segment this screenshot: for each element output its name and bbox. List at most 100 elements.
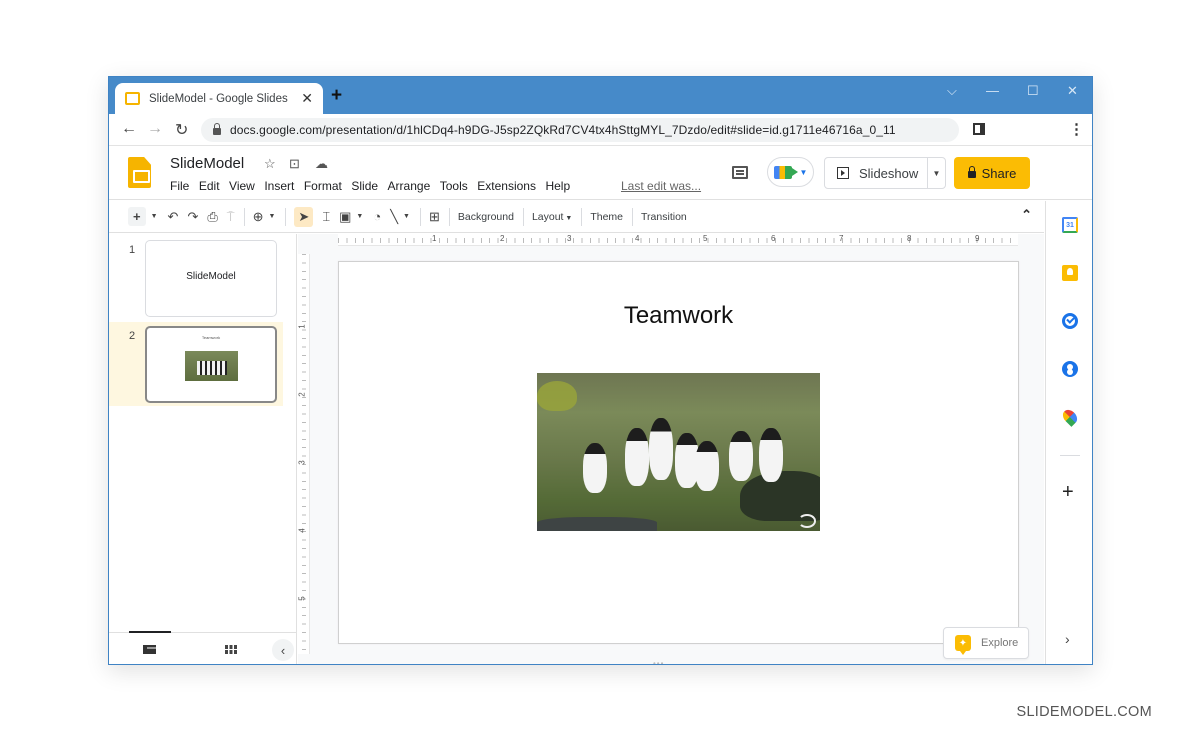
vertical-ruler[interactable]: 1 2 3 4 5 <box>298 254 310 654</box>
tab-title: SlideModel - Google Slides <box>149 92 288 105</box>
docs-header: SlideModel ☆ ⊡ ☁ File Edit View Insert F… <box>109 146 1092 200</box>
url-input[interactable]: docs.google.com/presentation/d/1hlCDq4-h… <box>201 118 959 142</box>
shape-icon[interactable]: ◔ <box>373 209 381 224</box>
menu-extensions[interactable]: Extensions <box>477 179 536 193</box>
slide-thumbnail[interactable]: Teamwork <box>145 326 277 403</box>
ruler-label: 4 <box>635 234 640 243</box>
play-icon <box>837 167 849 179</box>
move-folder-icon[interactable]: ⊡ <box>289 156 300 172</box>
add-on-plus-icon[interactable]: + <box>1062 481 1074 504</box>
menu-tools[interactable]: Tools <box>440 179 468 193</box>
comments-icon[interactable] <box>732 166 748 179</box>
penguin-figure <box>649 418 673 480</box>
insert-image-icon[interactable]: ▣ <box>339 209 351 225</box>
forward-icon[interactable]: → <box>147 120 163 138</box>
new-slide-button[interactable]: + <box>128 207 146 226</box>
theme-button[interactable]: Theme <box>590 211 623 223</box>
filmstrip-footer: ‹ <box>109 631 297 664</box>
menu-view[interactable]: View <box>229 179 255 193</box>
slideshow-options-dropdown[interactable]: ▼ <box>927 158 945 188</box>
google-meet-icon <box>773 165 798 179</box>
last-edit-link[interactable]: Last edit was... <box>621 179 701 193</box>
url-text: docs.google.com/presentation/d/1hlCDq4-h… <box>230 123 896 137</box>
menu-edit[interactable]: Edit <box>199 179 220 193</box>
explore-label: Explore <box>981 637 1019 649</box>
image-detail <box>537 381 577 411</box>
select-cursor-icon[interactable]: ➤ <box>294 206 314 227</box>
google-calendar-icon[interactable]: 31 <box>1062 217 1078 233</box>
side-apps-panel: 31 + › <box>1045 201 1092 664</box>
filmstrip-view-icon[interactable] <box>143 645 156 654</box>
penguin-figure <box>625 428 649 486</box>
new-tab-button[interactable]: + <box>331 85 342 107</box>
collapse-filmstrip-icon[interactable]: ‹ <box>272 639 294 661</box>
horizontal-ruler[interactable]: 1 2 3 4 5 6 7 8 9 <box>338 234 1018 246</box>
add-comment-icon[interactable]: ⊞ <box>429 209 440 225</box>
side-panel-icon[interactable] <box>973 123 985 135</box>
undo-icon[interactable]: ↶ <box>168 209 179 225</box>
google-contacts-icon[interactable] <box>1062 361 1078 377</box>
redo-icon[interactable]: ↷ <box>187 209 198 225</box>
close-window-icon[interactable]: ✕ <box>1067 83 1078 99</box>
slide-image[interactable] <box>537 373 820 531</box>
expand-panel-icon[interactable]: › <box>1065 631 1070 647</box>
background-button[interactable]: Background <box>458 211 514 223</box>
minimize-icon[interactable]: — <box>986 83 999 98</box>
zoom-dropdown[interactable]: ▼ <box>268 213 275 220</box>
ruler-ticks <box>338 238 1018 243</box>
cloud-saved-icon[interactable]: ☁ <box>315 156 328 172</box>
transition-button[interactable]: Transition <box>641 211 687 223</box>
google-maps-icon[interactable] <box>1060 407 1080 427</box>
menu-slide[interactable]: Slide <box>351 179 378 193</box>
layout-button[interactable]: Layout ▼ <box>532 211 572 223</box>
line-icon[interactable]: ╲ <box>390 209 398 225</box>
line-dropdown[interactable]: ▼ <box>403 213 410 220</box>
meet-button[interactable]: ▼ <box>767 157 814 187</box>
maximize-icon[interactable]: ☐ <box>1027 83 1039 99</box>
slide-thumbnail-row-selected[interactable]: 2 Teamwork <box>109 322 283 406</box>
menu-insert[interactable]: Insert <box>264 179 294 193</box>
slide-number: 1 <box>129 244 136 256</box>
penguin-figure <box>695 441 719 491</box>
menu-arrange[interactable]: Arrange <box>388 179 431 193</box>
toolbar-divider <box>522 207 524 226</box>
menu-file[interactable]: File <box>170 179 189 193</box>
star-icon[interactable]: ☆ <box>264 156 276 172</box>
reload-icon[interactable]: ↻ <box>175 120 188 140</box>
menu-help[interactable]: Help <box>545 179 570 193</box>
current-slide[interactable]: Teamwork <box>338 261 1019 644</box>
paint-format-icon[interactable]: ⍑ <box>227 209 235 225</box>
print-icon[interactable]: ⎙ <box>207 209 217 225</box>
speaker-notes-drag-handle[interactable]: ••• <box>653 659 664 664</box>
text-box-icon[interactable]: ⌶ <box>322 209 330 225</box>
zoom-icon[interactable]: ⊕ <box>253 209 264 225</box>
chevron-down-icon: ▼ <box>799 167 808 177</box>
ruler-label: 5 <box>297 596 307 601</box>
ruler-label: 8 <box>907 234 912 243</box>
ruler-label: 4 <box>297 528 307 533</box>
tab-search-icon[interactable]: ⌵ <box>947 83 957 99</box>
slideshow-button[interactable]: Slideshow ▼ <box>824 157 946 189</box>
thumbnail-title: Teamwork <box>201 335 221 340</box>
share-button[interactable]: Share <box>954 157 1030 189</box>
explore-button[interactable]: ✦ Explore <box>943 627 1029 659</box>
browser-tab[interactable]: SlideModel - Google Slides ✕ <box>115 83 323 114</box>
ruler-label: 2 <box>297 392 307 397</box>
image-dropdown[interactable]: ▼ <box>356 213 363 220</box>
slide-title[interactable]: Teamwork <box>339 302 1018 330</box>
browser-title-bar: SlideModel - Google Slides ✕ + ⌵ — ☐ ✕ <box>109 77 1092 114</box>
google-tasks-icon[interactable] <box>1062 313 1078 329</box>
slide-thumbnail[interactable]: SlideModel <box>145 240 277 317</box>
active-view-indicator <box>129 631 171 633</box>
grid-view-icon[interactable] <box>225 645 237 654</box>
browser-menu-icon[interactable]: ⋮ <box>1069 120 1084 138</box>
hide-menus-icon[interactable]: ⌃ <box>1021 207 1032 223</box>
google-slides-logo-icon[interactable] <box>128 157 151 188</box>
document-title[interactable]: SlideModel <box>170 155 244 172</box>
back-icon[interactable]: ← <box>121 120 137 138</box>
slide-thumbnail-row[interactable]: 1 SlideModel <box>109 236 283 320</box>
new-slide-layout-dropdown[interactable]: ▼ <box>151 213 158 220</box>
menu-format[interactable]: Format <box>304 179 342 193</box>
google-keep-icon[interactable] <box>1062 265 1078 281</box>
close-tab-icon[interactable]: ✕ <box>301 90 313 107</box>
